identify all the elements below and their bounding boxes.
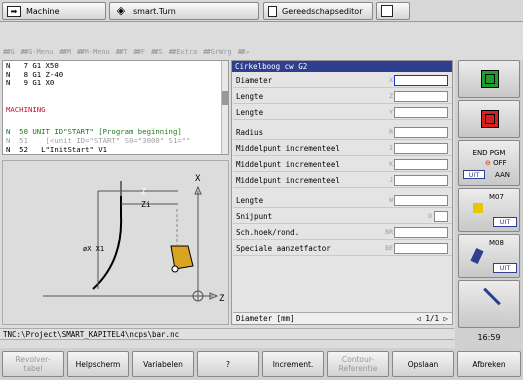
tab-save[interactable] — [376, 2, 410, 20]
increment-button[interactable]: Increment. — [262, 351, 324, 377]
input-x[interactable] — [394, 75, 448, 86]
contour-drawing: X Z Z Zi øX X1 — [43, 174, 225, 304]
coolant-icon — [473, 203, 483, 213]
tab-machine[interactable]: ➡ Machine — [2, 2, 106, 20]
save-button[interactable]: Opslaan — [392, 351, 454, 377]
revolver-table-button[interactable]: Revolver- tabel — [2, 351, 64, 377]
stop-button[interactable] — [458, 100, 520, 138]
menu-item-grwrg[interactable]: ##GrWrg — [203, 48, 232, 56]
file-path-bar: TNC:\Project\SMART_KAPITEL4\ncps\bar.nc — [0, 328, 454, 340]
m07-button[interactable]: M07 UIT — [458, 188, 520, 232]
program-line[interactable]: N 9 G1 X0 — [6, 78, 54, 88]
x-dim-label: øX X1 — [83, 245, 104, 253]
field-middelpunt-i[interactable]: Middelpunt incrementeel I — [233, 141, 452, 156]
variables-button[interactable]: Variabelen — [132, 351, 194, 377]
input-w[interactable] — [394, 195, 448, 206]
input-k[interactable] — [394, 159, 448, 170]
field-lengte-w[interactable]: Lengte W — [233, 193, 452, 208]
input-z[interactable] — [394, 91, 448, 102]
menu-item-g-menu[interactable]: ##G-Menu — [21, 48, 54, 56]
contour-arc — [92, 196, 123, 290]
cancel-button[interactable]: Afbreken — [457, 351, 521, 377]
field-hint: Diameter [mm] — [236, 314, 295, 323]
coolant-nozzle-icon — [470, 247, 484, 265]
menu-item-m[interactable]: ##M — [59, 48, 71, 56]
z-axis-label: Z — [219, 294, 225, 304]
menu-item-f[interactable]: ##F — [133, 48, 145, 56]
tool-insert — [170, 245, 194, 270]
menu-item-m-menu[interactable]: ##M-Menu — [77, 48, 110, 56]
field-middelpunt-k[interactable]: Middelpunt incrementeel K — [233, 157, 452, 172]
field-schhoek[interactable]: Sch.hoek/rond. BR — [233, 225, 452, 240]
program-line[interactable]: N 52 L"InitStart" V1 — [6, 145, 107, 154]
alert-icon: ⊖ — [485, 159, 494, 167]
input-br[interactable] — [394, 227, 448, 238]
input-i[interactable] — [394, 143, 448, 154]
field-aanzetfactor[interactable]: Speciale aanzetfactor BE — [233, 241, 452, 256]
menu-bar: ##G ##G-Menu ##M ##M-Menu ##T ##F ##S ##… — [0, 45, 454, 59]
dialog-title: Cirkelboog cw G2 — [232, 61, 452, 72]
input-be[interactable] — [394, 243, 448, 254]
tab-smart-turn-label: smart.Turn — [133, 6, 176, 16]
tab-tool-editor[interactable]: Gereedschapseditor — [263, 2, 373, 20]
help-screen-button[interactable]: Helpscherm — [67, 351, 129, 377]
menu-item-t[interactable]: ##T — [116, 48, 128, 56]
red-stop-icon — [481, 110, 499, 128]
save-disk-icon — [381, 5, 393, 17]
softkey-bar: Revolver- tabel Helpscherm Variabelen ? … — [0, 348, 523, 380]
input-o[interactable] — [434, 211, 448, 222]
menu-item-s[interactable]: ##S — [151, 48, 163, 56]
menu-item-extra[interactable]: ##Extra — [169, 48, 198, 56]
field-radius[interactable]: Radius R — [233, 125, 452, 140]
off-label: ⊖ OFF — [485, 159, 507, 167]
side-softkey-panel: END PGM ⊖ OFF UIT AAN M07 UIT M08 UIT — [455, 60, 523, 330]
z-dim-label: Z — [141, 187, 146, 196]
program-line[interactable]: MACHINING — [6, 105, 46, 115]
start-button[interactable] — [458, 60, 520, 98]
field-diameter[interactable]: Diameter X — [233, 73, 452, 88]
page-indicator: ◁ 1/1 ▷ — [416, 314, 448, 323]
end-pgm-button[interactable]: END PGM ⊖ OFF UIT AAN — [458, 140, 520, 186]
jog-button[interactable] — [458, 280, 520, 328]
clock: 16:59 — [455, 328, 523, 348]
input-r[interactable] — [394, 127, 448, 138]
field-snijpunt[interactable]: Snijpunt O — [233, 209, 452, 224]
x-axis-label: X — [195, 174, 201, 184]
scroll-thumb[interactable] — [222, 91, 228, 105]
program-editor[interactable]: N 7 G1 X50 N 8 G1 Z-40 N 9 G1 X0 MACHINI… — [2, 60, 229, 155]
input-y[interactable] — [394, 107, 448, 118]
arrow-right-icon: ➡ — [7, 5, 21, 17]
input-j[interactable] — [394, 175, 448, 186]
tab-machine-label: Machine — [26, 6, 60, 16]
contour-reference-button[interactable]: Contour- Referentie — [327, 351, 389, 377]
menu-item-g[interactable]: ##G — [3, 48, 15, 56]
field-lengte-y[interactable]: Lengte Y — [233, 105, 452, 120]
arc-dialog: Cirkelboog cw G2 Diameter X Lengte Z Lengt… — [231, 60, 453, 325]
contour-graphic: X Z Z Zi øX X1 — [2, 160, 229, 325]
dialog-status: Diameter [mm] ◁ 1/1 ▷ — [233, 312, 452, 324]
field-lengte-z[interactable]: Lengte Z — [233, 89, 452, 104]
arrow-diagonal-icon — [483, 287, 501, 306]
m08-button[interactable]: M08 UIT — [458, 234, 520, 278]
zi-dim-label: Zi — [141, 200, 151, 209]
tool-tip — [171, 265, 179, 273]
green-start-icon — [481, 70, 499, 88]
program-scrollbar[interactable] — [221, 61, 228, 154]
tool-icon — [268, 5, 277, 17]
help-button[interactable]: ? — [197, 351, 259, 377]
diamond-arrows-icon: ◈ — [116, 3, 126, 17]
tab-smart-turn[interactable]: ◈ smart.Turn — [109, 2, 259, 20]
tab-tool-editor-label: Gereedschapseditor — [282, 6, 363, 16]
menu-item-more[interactable]: ##↗ — [238, 48, 250, 56]
field-middelpunt-j[interactable]: Middelpunt incrementeel J — [233, 173, 452, 188]
top-tab-bar: ➡ Machine ◈ smart.Turn Gereedschapseditor — [0, 0, 523, 22]
